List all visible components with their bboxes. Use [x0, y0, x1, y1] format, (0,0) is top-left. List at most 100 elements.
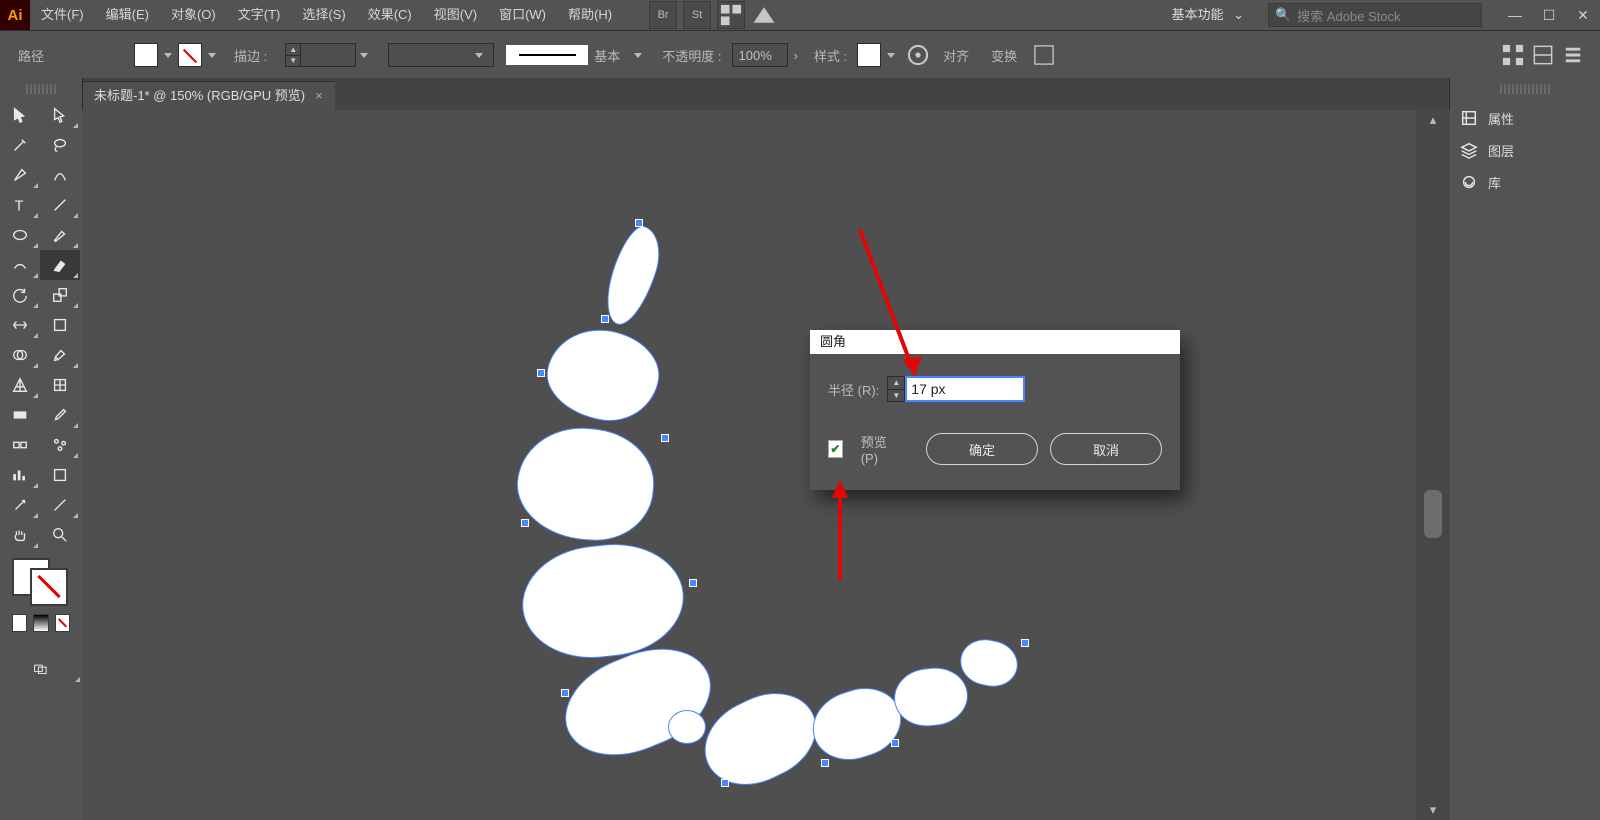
stroke-color[interactable]	[30, 568, 68, 606]
shape-builder-tool[interactable]	[0, 340, 40, 370]
radius-stepper[interactable]: ▲▼	[887, 376, 905, 402]
bridge-icon[interactable]: Br	[649, 1, 677, 29]
isolate-icon[interactable]	[1500, 42, 1526, 68]
opacity-value[interactable]: 100%	[732, 43, 788, 67]
width-tool[interactable]	[0, 310, 40, 340]
paintbrush-tool[interactable]	[40, 220, 80, 250]
var-width-dropdown-icon[interactable]	[475, 53, 483, 58]
edit-clip-icon[interactable]	[1530, 42, 1556, 68]
list-icon[interactable]	[1560, 42, 1586, 68]
stroke-weight-dropdown-icon[interactable]	[360, 53, 368, 58]
cancel-button[interactable]: 取消	[1050, 433, 1162, 465]
stroke-dropdown-icon[interactable]	[208, 53, 216, 58]
scroll-thumb[interactable]	[1424, 490, 1442, 538]
stroke-stepper[interactable]: ▲▼	[285, 43, 301, 67]
fill-stroke-control[interactable]	[12, 558, 68, 606]
libraries-icon	[1460, 173, 1478, 191]
libraries-panel-tab[interactable]: 库	[1450, 166, 1600, 198]
style-dropdown-icon[interactable]	[887, 53, 895, 58]
menu-help[interactable]: 帮助(H)	[557, 0, 623, 30]
eyedropper-tool[interactable]	[40, 400, 80, 430]
menu-object[interactable]: 对象(O)	[160, 0, 227, 30]
selection-tool[interactable]	[0, 100, 40, 130]
maximize-button[interactable]: ☐	[1532, 2, 1566, 28]
swatch-color[interactable]	[12, 614, 27, 632]
search-placeholder: 搜索 Adobe Stock	[1297, 6, 1400, 25]
swatch-gradient[interactable]	[33, 614, 48, 632]
gradient-tool[interactable]	[0, 400, 40, 430]
document-tab[interactable]: 未标题-1* @ 150% (RGB/GPU 预览) ×	[82, 81, 335, 110]
menu-effect[interactable]: 效果(C)	[357, 0, 423, 30]
column-graph-tool[interactable]	[0, 460, 40, 490]
properties-panel-tab[interactable]: 属性	[1450, 102, 1600, 134]
blend-tool[interactable]	[0, 430, 40, 460]
lasso-tool[interactable]	[40, 130, 80, 160]
style-swatch[interactable]	[857, 43, 881, 67]
fill-dropdown-icon[interactable]	[164, 53, 172, 58]
scroll-down-icon[interactable]: ▾	[1416, 800, 1450, 820]
close-tab-icon[interactable]: ×	[315, 82, 323, 110]
eraser-tool[interactable]	[40, 250, 80, 280]
radius-input[interactable]: 17 px	[905, 376, 1025, 402]
fill-swatch[interactable]	[134, 43, 158, 67]
artboard-tool-2[interactable]	[40, 460, 80, 490]
transform-label[interactable]: 变换	[991, 46, 1017, 65]
slice-tool[interactable]	[0, 490, 40, 520]
menu-type[interactable]: 文字(T)	[227, 0, 292, 30]
svg-text:T: T	[15, 198, 24, 214]
scale-tool[interactable]	[40, 280, 80, 310]
screen-modes[interactable]	[0, 654, 82, 684]
type-tool[interactable]: T	[0, 190, 40, 220]
pen-tool[interactable]	[0, 160, 40, 190]
minimize-button[interactable]: —	[1498, 2, 1532, 28]
gpu-icon[interactable]	[751, 2, 777, 28]
close-button[interactable]: ✕	[1566, 2, 1600, 28]
right-panel-grip[interactable]	[1500, 84, 1550, 94]
arrange-documents-icon[interactable]	[717, 1, 745, 29]
dialog-title[interactable]: 圆角	[810, 330, 1180, 354]
selected-artwork[interactable]	[422, 220, 1022, 820]
stroke-weight-field[interactable]: ▲▼	[285, 43, 374, 67]
free-transform-tool[interactable]	[40, 310, 80, 340]
align-label[interactable]: 对齐	[943, 46, 969, 65]
menu-file[interactable]: 文件(F)	[30, 0, 95, 30]
ellipse-tool[interactable]	[0, 220, 40, 250]
perspective-tool[interactable]	[0, 370, 40, 400]
canvas-vertical-scrollbar[interactable]: ▴ ▾	[1415, 110, 1450, 820]
brush-dropdown-icon[interactable]	[634, 53, 642, 58]
stroke-weight-value[interactable]	[301, 43, 356, 67]
zoom-tool[interactable]	[40, 520, 80, 550]
layers-label: 图层	[1488, 141, 1514, 160]
stock-search[interactable]: 🔍 搜索 Adobe Stock	[1268, 3, 1482, 27]
direct-selection-tool[interactable]	[40, 100, 80, 130]
transform-panel-icon[interactable]	[1031, 42, 1057, 68]
swatch-none[interactable]	[55, 614, 70, 632]
toolbox-grip[interactable]	[26, 84, 56, 94]
brush-preview[interactable]	[506, 45, 588, 65]
opacity-popup-icon[interactable]: ›	[794, 48, 798, 63]
recolor-icon[interactable]	[905, 42, 931, 68]
layers-panel-tab[interactable]: 图层	[1450, 134, 1600, 166]
knife-tool-2[interactable]	[40, 490, 80, 520]
ok-button[interactable]: 确定	[926, 433, 1038, 465]
stroke-swatch[interactable]	[178, 43, 202, 67]
menu-window[interactable]: 窗口(W)	[488, 0, 557, 30]
symbol-sprayer-tool[interactable]	[40, 430, 80, 460]
preview-checkbox[interactable]: ✔	[828, 440, 843, 458]
shaper-tool[interactable]	[0, 250, 40, 280]
magic-wand-tool[interactable]	[0, 130, 40, 160]
menu-select[interactable]: 选择(S)	[291, 0, 356, 30]
rotate-tool[interactable]	[0, 280, 40, 310]
canvas[interactable]	[82, 110, 1416, 820]
workspace-switcher[interactable]: 基本功能 ⌄	[1157, 0, 1258, 30]
line-tool[interactable]	[40, 190, 80, 220]
var-width-profile[interactable]	[388, 43, 494, 67]
live-paint-tool[interactable]	[40, 340, 80, 370]
curvature-tool[interactable]	[40, 160, 80, 190]
stock-icon[interactable]: St	[683, 1, 711, 29]
mesh-tool[interactable]	[40, 370, 80, 400]
hand-tool[interactable]	[0, 520, 40, 550]
menu-view[interactable]: 视图(V)	[423, 0, 488, 30]
scroll-up-icon[interactable]: ▴	[1416, 110, 1450, 130]
menu-edit[interactable]: 编辑(E)	[95, 0, 160, 30]
